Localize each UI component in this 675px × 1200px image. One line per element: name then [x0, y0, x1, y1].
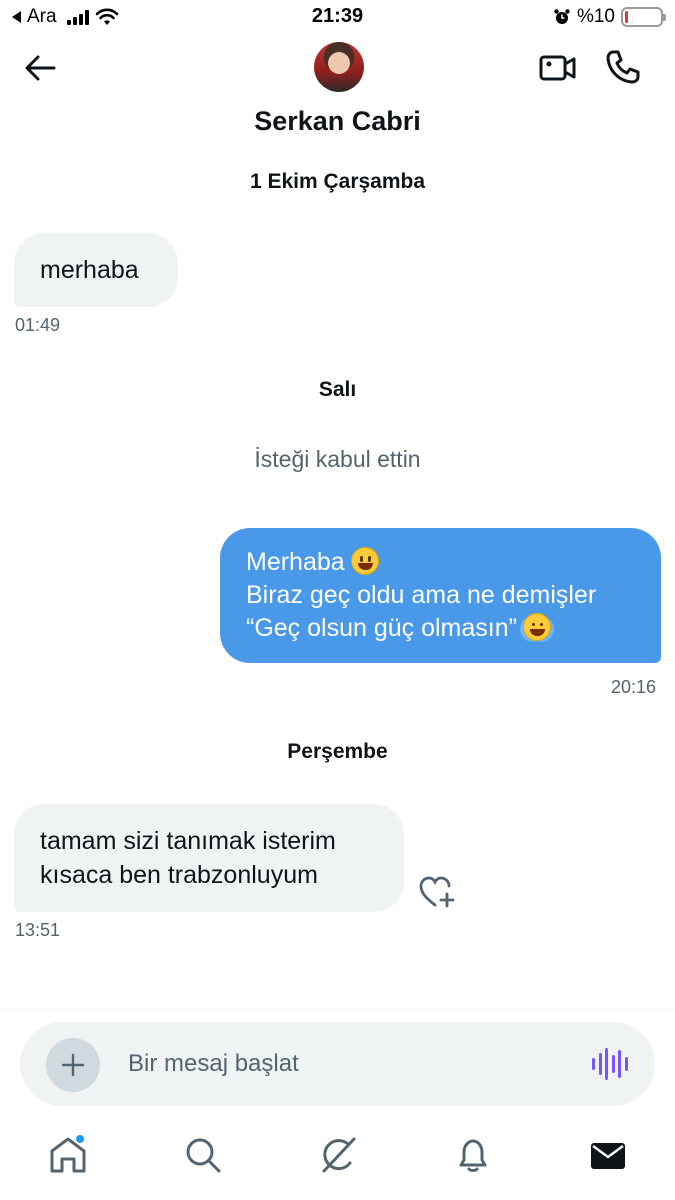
message-time: 20:16 [611, 677, 657, 697]
message-input[interactable] [128, 1044, 568, 1084]
heart-plus-icon [419, 876, 455, 908]
home-icon [50, 1135, 86, 1173]
tab-notifications[interactable] [453, 1135, 493, 1175]
date-separator: 1 Ekim Çarşamba [249, 170, 426, 193]
composer-divider [0, 1009, 675, 1010]
plus-icon [61, 1053, 85, 1077]
search-icon [186, 1138, 221, 1173]
battery-icon [621, 7, 666, 27]
battery-percentage: %10 [576, 6, 615, 27]
status-bar: Ara 21:39 %10 [0, 0, 675, 34]
tears-of-joy-emoji-icon [522, 613, 551, 641]
date-separator: Perşembe [287, 740, 388, 763]
home-notification-dot [76, 1135, 84, 1143]
voice-message-button[interactable] [592, 1046, 628, 1082]
phone-icon [606, 50, 640, 84]
date-separator: Salı [318, 378, 357, 401]
notifications-icon [459, 1139, 487, 1172]
message-time: 01:49 [15, 315, 61, 335]
message-line: kısaca ben trabzonluyum [40, 861, 318, 889]
voice-call-button[interactable] [604, 48, 642, 86]
messages-icon [591, 1143, 625, 1169]
conversation-header: Serkan Cabri [0, 34, 675, 146]
message-time: 13:51 [15, 920, 61, 940]
outgoing-message-bubble[interactable]: Merhaba Biraz geç oldu ama ne demişler “… [220, 528, 661, 663]
grinning-face-emoji-icon [350, 547, 379, 575]
message-line: tamam sizi tanımak isterim [40, 827, 336, 855]
add-reaction-button[interactable] [418, 874, 456, 910]
tab-grok[interactable] [318, 1135, 358, 1175]
back-button[interactable] [22, 50, 58, 86]
battery-level [625, 11, 628, 23]
status-right: %10 [553, 6, 666, 28]
incoming-message-bubble[interactable]: merhaba [14, 233, 178, 307]
alarm-clock-icon [554, 9, 570, 24]
video-call-button[interactable] [538, 50, 578, 86]
message-composer [20, 1022, 655, 1106]
add-media-button[interactable] [46, 1038, 100, 1092]
incoming-message-bubble[interactable]: tamam sizi tanımak isterim kısaca ben tr… [14, 804, 404, 912]
message-line: Biraz geç oldu ama ne demişler [246, 581, 597, 609]
voice-wave-icon [592, 1058, 595, 1070]
contact-name[interactable]: Serkan Cabri [0, 106, 675, 137]
message-line: Merhaba [246, 546, 635, 579]
contact-avatar[interactable] [314, 42, 364, 92]
message-line: “Geç olsun güç olmasın” [246, 612, 635, 645]
tab-messages[interactable] [588, 1135, 628, 1175]
request-accepted-notice: İsteği kabul ettin [254, 446, 421, 472]
bottom-tab-bar [0, 1125, 675, 1200]
video-camera-icon [539, 55, 576, 81]
message-text: merhaba [40, 256, 139, 284]
grok-icon [322, 1137, 356, 1173]
tab-home[interactable] [48, 1135, 88, 1175]
arrow-left-icon [25, 55, 56, 81]
tab-search[interactable] [183, 1135, 223, 1175]
